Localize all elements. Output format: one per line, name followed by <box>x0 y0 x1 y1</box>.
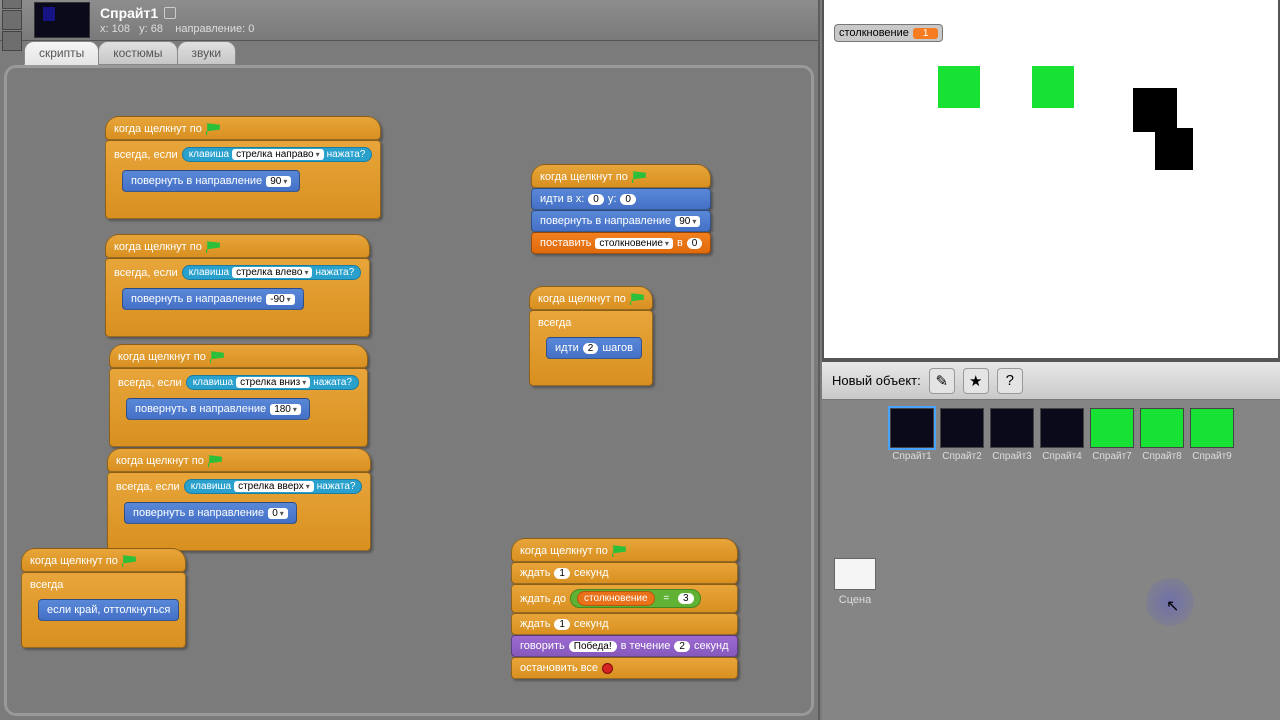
green-flag-icon <box>612 545 626 557</box>
green-flag-icon <box>632 171 646 183</box>
new-object-bar: Новый объект: ✎ ★ ? <box>822 362 1280 400</box>
green-flag-icon <box>122 555 136 567</box>
tab-scripts[interactable]: скрипты <box>24 41 99 65</box>
tab-costumes[interactable]: костюмы <box>98 41 177 65</box>
sprite-thumb[interactable]: Спрайт1 <box>890 408 934 462</box>
left-pane: Спрайт1 x: 108 y: 68 направление: 0 скри… <box>0 0 820 720</box>
sprite-name[interactable]: Спрайт1 <box>100 5 158 21</box>
script-up-arrow[interactable]: когда щелкнут по всегда, если клавишастр… <box>107 448 371 551</box>
stop-icon <box>602 663 613 674</box>
script-right-arrow[interactable]: когда щелкнут по всегда, если клавишастр… <box>105 116 381 219</box>
new-object-label: Новый объект: <box>832 373 921 388</box>
green-flag-icon <box>210 351 224 363</box>
stage-sprite-green[interactable] <box>938 66 980 108</box>
script-move[interactable]: когда щелкнут по всегда идти2шагов <box>529 286 653 386</box>
sprite-grid: Спрайт1Спрайт2Спрайт3Спрайт4Спрайт7Спрай… <box>890 408 1234 462</box>
import-sprite-button[interactable]: ★ <box>963 368 989 394</box>
tab-bar: скрипты костюмы звуки <box>24 41 235 65</box>
scripts-canvas[interactable]: когда щелкнут по всегда, если клавишастр… <box>4 65 814 716</box>
script-down-arrow[interactable]: когда щелкнут по всегда, если клавишастр… <box>109 344 368 447</box>
script-init[interactable]: когда щелкнут по идти в x:0y:0 повернуть… <box>531 164 711 254</box>
script-left-arrow[interactable]: когда щелкнут по всегда, если клавишастр… <box>105 234 370 337</box>
sprite-thumb[interactable]: Спрайт9 <box>1190 408 1234 462</box>
rotate-lr-button[interactable] <box>2 10 22 30</box>
sprite-header: Спрайт1 x: 108 y: 68 направление: 0 <box>0 0 818 41</box>
rotate-full-button[interactable] <box>2 0 22 9</box>
stage-sprite-black[interactable] <box>1133 88 1177 132</box>
sprite-panel: Новый объект: ✎ ★ ? Спрайт1Спрайт2Спрайт… <box>822 360 1280 720</box>
lock-icon[interactable] <box>164 7 176 19</box>
script-victory[interactable]: когда щелкнут по ждать1секунд ждать до с… <box>511 538 738 679</box>
script-edge-bounce[interactable]: когда щелкнут по всегда если край, оттол… <box>21 548 186 648</box>
rotate-none-button[interactable] <box>2 31 22 51</box>
stage[interactable] <box>822 0 1280 360</box>
paint-new-button[interactable]: ✎ <box>929 368 955 394</box>
sprite-thumb[interactable]: Спрайт4 <box>1040 408 1084 462</box>
sprite-thumb[interactable]: Спрайт3 <box>990 408 1034 462</box>
tab-sounds[interactable]: звуки <box>177 41 237 65</box>
green-flag-icon <box>206 123 220 135</box>
green-flag-icon <box>206 241 220 253</box>
sprite-thumb[interactable]: Спрайт8 <box>1140 408 1184 462</box>
green-flag-icon <box>208 455 222 467</box>
sprite-thumbnail[interactable] <box>34 2 90 38</box>
stage-thumbnail[interactable]: Сцена <box>834 558 876 606</box>
sprite-thumb[interactable]: Спрайт7 <box>1090 408 1134 462</box>
stage-sprite-green[interactable] <box>1032 66 1074 108</box>
sprite-thumb[interactable]: Спрайт2 <box>940 408 984 462</box>
stage-sprite-black[interactable] <box>1155 128 1193 170</box>
sprite-coords: x: 108 y: 68 направление: 0 <box>100 23 254 35</box>
cursor-icon: ↖ <box>1166 596 1179 616</box>
variable-monitor[interactable]: столкновение 1 <box>834 24 943 42</box>
green-flag-icon <box>630 293 644 305</box>
surprise-sprite-button[interactable]: ? <box>997 368 1023 394</box>
